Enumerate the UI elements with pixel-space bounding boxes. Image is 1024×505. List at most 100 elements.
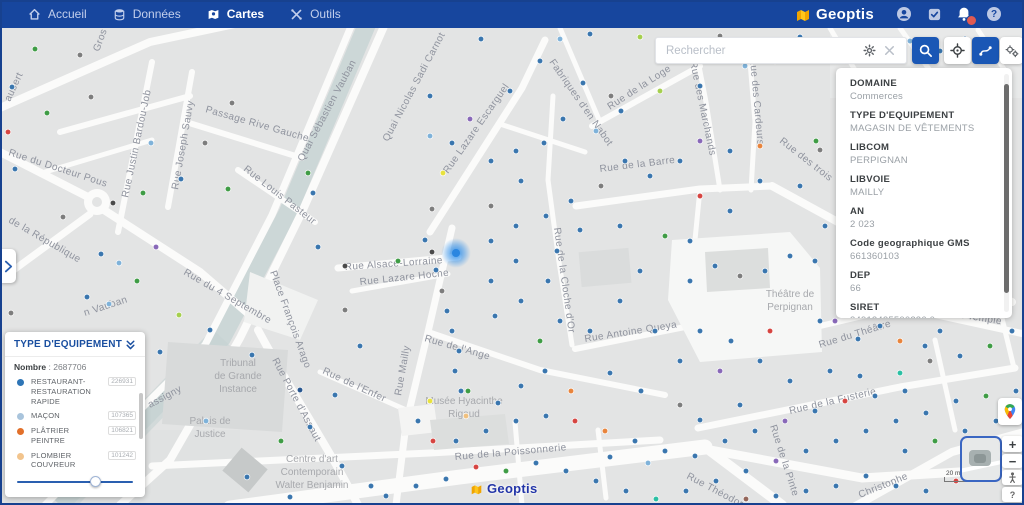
- map-point[interactable]: [902, 448, 908, 454]
- map-point[interactable]: [677, 358, 683, 364]
- map-point[interactable]: [937, 328, 943, 334]
- map-point[interactable]: [537, 58, 543, 64]
- map-point[interactable]: [106, 301, 112, 307]
- map-point[interactable]: [449, 328, 455, 334]
- map-point[interactable]: [429, 206, 435, 212]
- map-point[interactable]: [897, 370, 903, 376]
- map-point[interactable]: [618, 108, 624, 114]
- map-point[interactable]: [662, 233, 668, 239]
- map-point[interactable]: [712, 263, 718, 269]
- map-point[interactable]: [1013, 388, 1019, 394]
- map-point[interactable]: [207, 327, 213, 333]
- map-point[interactable]: [413, 483, 419, 489]
- map-point[interactable]: [518, 383, 524, 389]
- map-point[interactable]: [572, 418, 578, 424]
- map-point[interactable]: [503, 468, 509, 474]
- map-point[interactable]: [932, 438, 938, 444]
- map-point[interactable]: [593, 478, 599, 484]
- map-point[interactable]: [513, 418, 519, 424]
- map-point[interactable]: [44, 110, 50, 116]
- map-point[interactable]: [645, 460, 651, 466]
- map-point[interactable]: [767, 328, 773, 334]
- map-point[interactable]: [797, 183, 803, 189]
- map-point[interactable]: [513, 148, 519, 154]
- map-point[interactable]: [683, 488, 689, 494]
- map-point[interactable]: [782, 418, 788, 424]
- pegman-button[interactable]: [1002, 470, 1023, 485]
- map-point[interactable]: [297, 387, 303, 393]
- map-point[interactable]: [478, 36, 484, 42]
- map-point[interactable]: [743, 496, 749, 502]
- map-point[interactable]: [8, 310, 14, 316]
- map-point[interactable]: [953, 398, 959, 404]
- map-point[interactable]: [557, 318, 563, 324]
- map-point[interactable]: [383, 493, 389, 499]
- map-point[interactable]: [488, 203, 494, 209]
- nav-item-map[interactable]: Cartes: [207, 7, 264, 21]
- map-point[interactable]: [176, 312, 182, 318]
- map-point[interactable]: [923, 488, 929, 494]
- map-point[interactable]: [687, 278, 693, 284]
- legend-header[interactable]: TYPE D'EQUIPEMENT: [5, 332, 145, 357]
- map-point[interactable]: [957, 353, 963, 359]
- map-point[interactable]: [813, 138, 819, 144]
- map-point[interactable]: [395, 258, 401, 264]
- map-point[interactable]: [560, 116, 566, 122]
- map-point[interactable]: [458, 388, 464, 394]
- map-point[interactable]: [488, 238, 494, 244]
- map-point[interactable]: [427, 398, 433, 404]
- map-point[interactable]: [203, 418, 209, 424]
- map-point[interactable]: [557, 36, 563, 42]
- map-point[interactable]: [822, 223, 828, 229]
- map-point[interactable]: [757, 143, 763, 149]
- map-point[interactable]: [542, 368, 548, 374]
- map-point[interactable]: [332, 392, 338, 398]
- map-point[interactable]: [60, 214, 66, 220]
- map-point[interactable]: [697, 83, 703, 89]
- map-point[interactable]: [762, 268, 768, 274]
- map-point[interactable]: [623, 488, 629, 494]
- map-point[interactable]: [787, 253, 793, 259]
- map-point[interactable]: [893, 418, 899, 424]
- locate-button[interactable]: [944, 37, 971, 64]
- map-point[interactable]: [518, 178, 524, 184]
- overview-minimap[interactable]: [960, 436, 1002, 482]
- legend-item[interactable]: MAÇON 107365: [14, 411, 136, 421]
- map-point[interactable]: [587, 31, 593, 37]
- map-point[interactable]: [483, 428, 489, 434]
- map-point[interactable]: [541, 140, 547, 146]
- map-point[interactable]: [513, 258, 519, 264]
- map-point[interactable]: [607, 454, 613, 460]
- map-point[interactable]: [545, 278, 551, 284]
- map-point[interactable]: [310, 190, 316, 196]
- map-point[interactable]: [817, 318, 823, 324]
- map-point[interactable]: [662, 448, 668, 454]
- map-point[interactable]: [927, 358, 933, 364]
- geoptis-logo[interactable]: Geoptis: [795, 6, 874, 23]
- map-point[interactable]: [9, 84, 15, 90]
- map-point[interactable]: [832, 318, 838, 324]
- legend-opacity-slider[interactable]: [17, 476, 133, 488]
- map-point[interactable]: [463, 413, 469, 419]
- map-point[interactable]: [98, 251, 104, 257]
- map-point[interactable]: [638, 388, 644, 394]
- map-point[interactable]: [833, 438, 839, 444]
- map-point[interactable]: [983, 393, 989, 399]
- map-point[interactable]: [742, 63, 748, 69]
- map-point[interactable]: [632, 438, 638, 444]
- zoom-out-button[interactable]: −: [1002, 454, 1023, 468]
- map-point[interactable]: [427, 133, 433, 139]
- map-point[interactable]: [513, 223, 519, 229]
- map-point[interactable]: [368, 483, 374, 489]
- map-point[interactable]: [492, 313, 498, 319]
- search-settings-gear-icon[interactable]: [862, 43, 877, 58]
- map-point[interactable]: [244, 474, 250, 480]
- map-point[interactable]: [249, 352, 255, 358]
- map-point[interactable]: [148, 140, 154, 146]
- map-point[interactable]: [653, 496, 659, 502]
- map-point[interactable]: [429, 249, 435, 255]
- map-point[interactable]: [568, 198, 574, 204]
- map-point[interactable]: [602, 428, 608, 434]
- map-point[interactable]: [617, 298, 623, 304]
- map-point[interactable]: [773, 493, 779, 499]
